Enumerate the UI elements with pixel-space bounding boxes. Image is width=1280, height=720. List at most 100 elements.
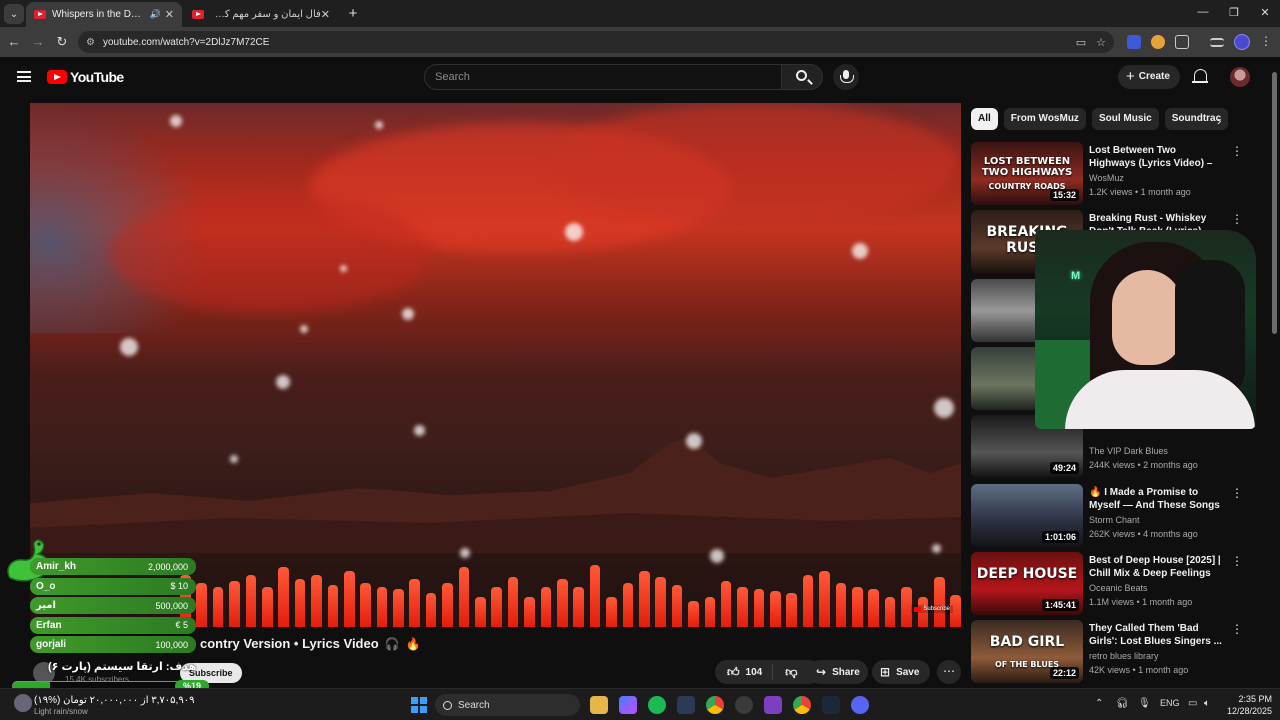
spotify-icon[interactable]	[648, 696, 666, 714]
account-avatar[interactable]	[1230, 67, 1250, 87]
volume-icon[interactable]: 🔈︎	[1204, 698, 1210, 709]
channel-name[interactable]: The VIP Dark Blues	[1089, 446, 1168, 456]
copilot-icon[interactable]	[619, 696, 637, 714]
search-input[interactable]: Search	[424, 64, 782, 90]
scrollbar-thumb[interactable]	[1272, 72, 1277, 334]
channel-name[interactable]: Oceanic Beats	[1089, 583, 1148, 593]
forward-icon[interactable]: →	[30, 34, 46, 49]
page-scrollbar[interactable]	[1271, 62, 1278, 686]
recommended-video[interactable]: LOST BETWEEN TWO HIGHWAYS COUNTRY ROADS 15…	[971, 142, 1256, 206]
more-options-icon[interactable]: ⋮	[1231, 212, 1243, 226]
channel-name[interactable]: Storm Chant	[1089, 515, 1140, 525]
language-indicator[interactable]: ENG	[1160, 698, 1180, 708]
headset-tray-icon[interactable]: 🎧︎	[1116, 698, 1129, 709]
profile-avatar[interactable]	[1234, 34, 1250, 50]
fire-icon: 🔥	[405, 636, 421, 651]
weather-icon[interactable]	[14, 694, 32, 712]
back-icon[interactable]: ←	[6, 34, 22, 49]
search-button[interactable]	[781, 64, 823, 90]
chip-all[interactable]: All	[971, 108, 998, 130]
more-options-icon[interactable]: ⋮	[1231, 554, 1243, 568]
more-options-icon[interactable]: ⋮	[1231, 486, 1243, 500]
visualizer-bar	[442, 583, 453, 627]
file-explorer-icon[interactable]	[590, 696, 608, 714]
app-r-icon[interactable]	[764, 696, 782, 714]
new-tab-button[interactable]: +	[344, 5, 362, 23]
extensions-puzzle-icon[interactable]	[1175, 35, 1189, 49]
recommended-video[interactable]: 1:01:06 🔥 I Made a Promise to Myself — An…	[971, 484, 1256, 548]
minimize-icon[interactable]: —	[1196, 6, 1210, 18]
chrome-icon[interactable]	[706, 696, 724, 714]
subscribe-watermark[interactable]: Subscribe	[911, 605, 953, 613]
tab-audio-icon[interactable]: 🔊	[150, 9, 161, 20]
chevron-right-icon[interactable]: ›	[1217, 113, 1221, 128]
video-thumbnail[interactable]: DEEP HOUSE 1:45:41	[971, 552, 1083, 615]
restore-icon[interactable]: ❐	[1227, 6, 1241, 19]
tray-chevron-up-icon[interactable]: ⌃	[1095, 698, 1103, 709]
extension-icon[interactable]	[1127, 35, 1141, 49]
like-count: 104	[745, 666, 763, 678]
snowflake	[300, 325, 308, 333]
microphone-tray-icon[interactable]: 🎙︎	[1138, 698, 1151, 709]
like-button[interactable]: 👍︎ 104	[715, 664, 774, 680]
snowflake	[170, 115, 182, 127]
tab-close-icon[interactable]: ✕	[321, 8, 330, 21]
menu-icon[interactable]	[17, 71, 31, 82]
tab-youtube-2[interactable]: فال ایمان و سفر مهم کورش به ت ✕	[184, 2, 338, 27]
more-options-icon[interactable]: ⋮	[1231, 144, 1243, 158]
share-button[interactable]: ↪ Share	[808, 660, 868, 684]
notifications-bell-icon[interactable]	[1192, 69, 1208, 83]
obs-icon[interactable]	[735, 696, 753, 714]
video-title[interactable]: Best of Deep House [2025] | Chill Mix & …	[1089, 554, 1225, 580]
thumbnail-text: BAD GIRL	[989, 634, 1065, 650]
recommended-video[interactable]: DEEP HOUSE 1:45:41 Best of Deep House [202…	[971, 552, 1256, 616]
cast-icon[interactable]: ▭	[1076, 36, 1086, 49]
taskbar-search[interactable]: Search	[435, 694, 580, 716]
more-actions-icon[interactable]: ⋯	[937, 660, 961, 684]
bookmark-star-icon[interactable]: ☆	[1096, 36, 1106, 49]
video-title[interactable]: 🔥 I Made a Promise to Myself — And These…	[1089, 486, 1225, 512]
channel-name[interactable]: retro blues library	[1089, 651, 1159, 661]
video-thumbnail[interactable]: LOST BETWEEN TWO HIGHWAYS COUNTRY ROADS 15…	[971, 142, 1083, 205]
donation-goal-text: هدف: ارتقا سیستم (پارت ۶)	[48, 661, 197, 673]
donation-amount: 500,000	[155, 600, 188, 611]
chrome-profile-icon[interactable]	[793, 696, 811, 714]
visualizer-bar	[409, 579, 421, 627]
chip-soul-music[interactable]: Soul Music	[1091, 108, 1159, 130]
chip-from-wosmuz[interactable]: From WosMuz	[1003, 108, 1086, 130]
cloud	[110, 193, 430, 313]
desert-mountains	[30, 438, 961, 553]
video-duration: 49:24	[1049, 462, 1079, 474]
video-player[interactable]: Subscribe	[30, 103, 961, 627]
close-window-icon[interactable]: ✕	[1258, 6, 1272, 19]
voice-search-button[interactable]	[833, 64, 859, 90]
video-thumbnail[interactable]: 1:01:06	[971, 484, 1083, 547]
tab-youtube-active[interactable]: Whispers in the Dust – New 🔊 ✕	[26, 2, 182, 27]
tab-close-icon[interactable]: ✕	[165, 8, 174, 21]
more-options-icon[interactable]: ⋮	[1231, 622, 1243, 636]
channel-name[interactable]: WosMuz	[1089, 173, 1124, 183]
url-text[interactable]: youtube.com/watch?v=2DlJz7M72CE	[103, 37, 1066, 48]
recommended-video[interactable]: BAD GIRL OF THE BLUES 22:12 They Called The…	[971, 620, 1256, 684]
network-icon[interactable]: ▭	[1188, 698, 1197, 709]
video-title[interactable]: Lost Between Two Highways (Lyrics Video)…	[1089, 144, 1225, 170]
visualizer-bar	[475, 597, 486, 627]
video-title[interactable]: They Called Them 'Bad Girls': Lost Blues…	[1089, 622, 1225, 648]
reload-icon[interactable]: ↻	[54, 34, 70, 50]
address-bar[interactable]: ⚙ youtube.com/watch?v=2DlJz7M72CE ▭ ☆	[78, 31, 1114, 53]
discord-icon[interactable]	[851, 696, 869, 714]
dislike-button[interactable]: 👎︎	[773, 665, 797, 680]
save-button[interactable]: ⊞ Save	[872, 660, 930, 684]
create-button[interactable]: + Create	[1118, 65, 1180, 89]
system-clock[interactable]: 2:35 PM 12/28/2025	[1222, 693, 1272, 717]
extension-icon[interactable]	[1151, 35, 1165, 49]
tab-search-button[interactable]: ⌄	[4, 4, 24, 24]
windows-start-icon[interactable]	[411, 697, 427, 713]
video-thumbnail[interactable]: BAD GIRL OF THE BLUES 22:12	[971, 620, 1083, 683]
youtube-logo[interactable]: YouTube	[47, 69, 124, 85]
browser-menu-icon[interactable]: ⋮	[1260, 34, 1272, 48]
steam-icon[interactable]	[822, 696, 840, 714]
media-controls-icon[interactable]	[1210, 38, 1224, 47]
site-info-icon[interactable]: ⚙	[86, 37, 95, 48]
vpn-icon[interactable]	[677, 696, 695, 714]
